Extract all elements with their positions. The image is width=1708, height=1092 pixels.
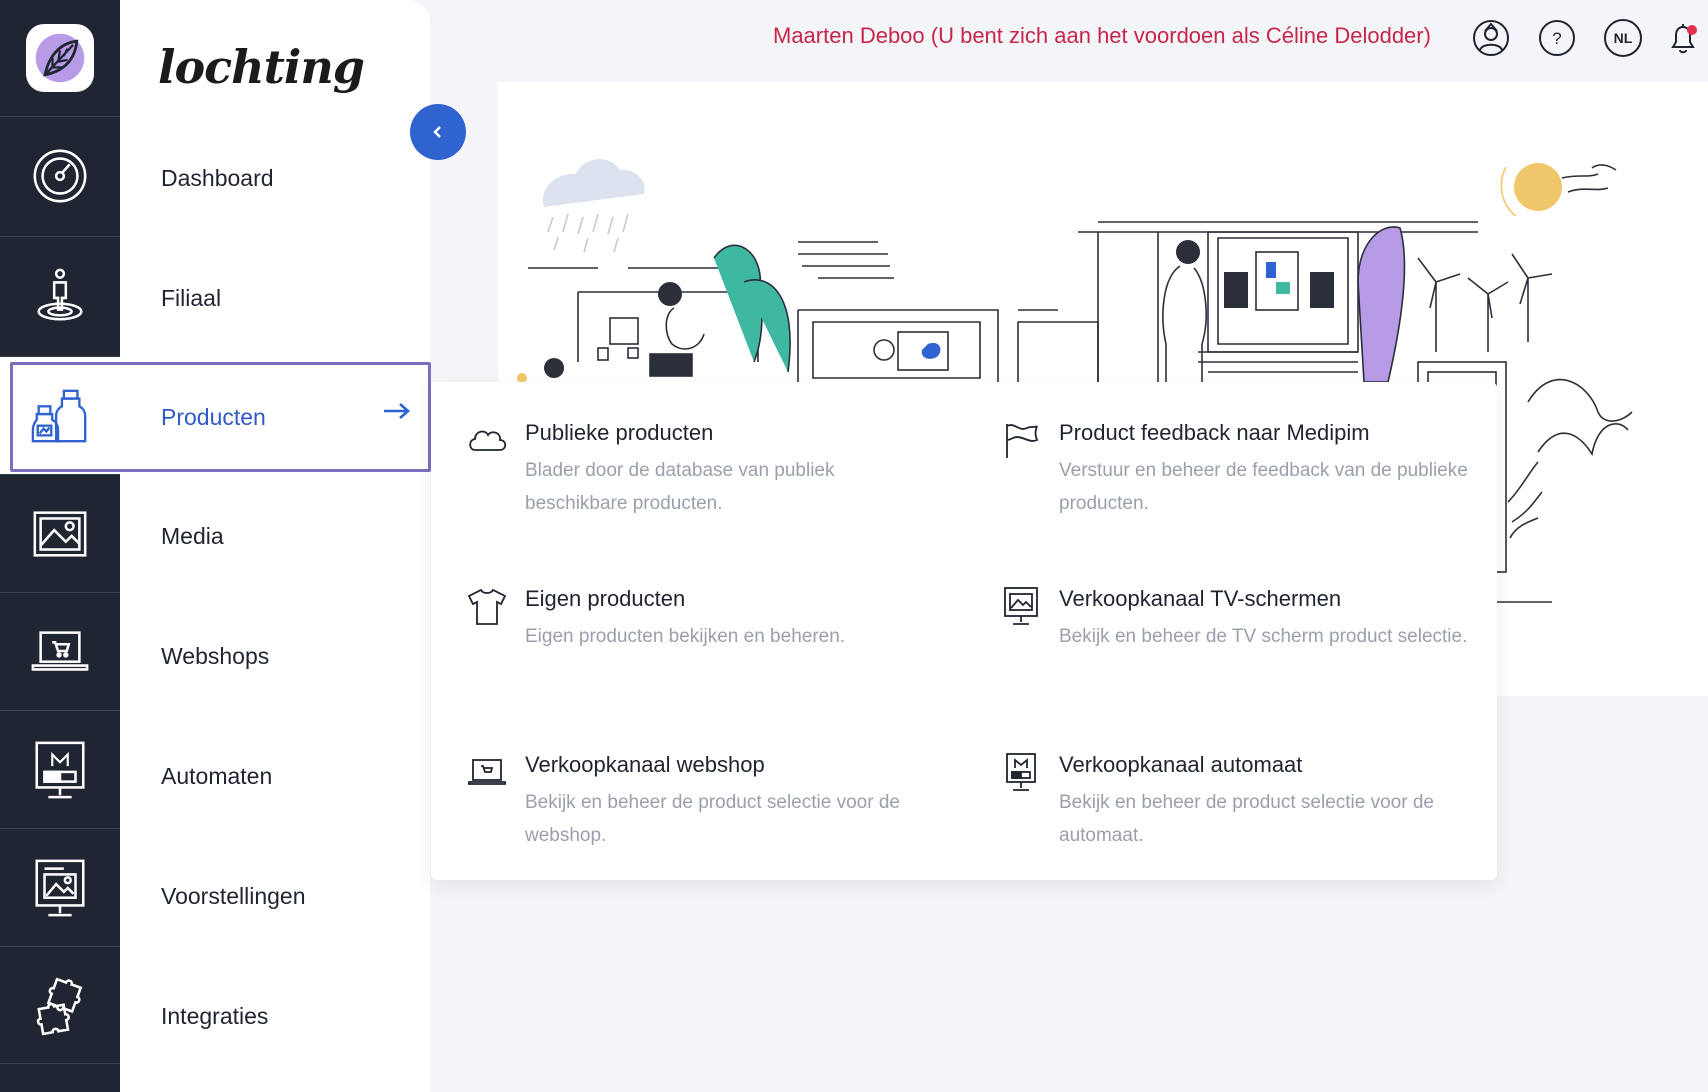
option-description: Verstuur en beheer de feedback van de pu… bbox=[1059, 460, 1468, 514]
rail-item-integraties[interactable] bbox=[0, 946, 120, 1064]
rail-item-media[interactable] bbox=[0, 474, 120, 592]
impersonation-notice: Maarten Deboo (U bent zich aan het voord… bbox=[773, 23, 1431, 48]
user-switch-icon[interactable] bbox=[1472, 19, 1510, 57]
puzzle-icon bbox=[36, 977, 83, 1036]
option-title: Product feedback naar Medipim bbox=[1059, 420, 1370, 445]
rail-item-filiaal[interactable] bbox=[0, 236, 120, 354]
option-description: Eigen producten bekijken en beheren. bbox=[525, 626, 846, 647]
language-label: NL bbox=[1613, 30, 1633, 46]
vending-machine-icon bbox=[1006, 753, 1036, 791]
option-description: Bekijk en beheer de product selectie voo… bbox=[525, 792, 900, 846]
rail-item-webshops[interactable] bbox=[0, 592, 120, 710]
language-selector[interactable]: NL bbox=[1604, 19, 1642, 57]
menu-item-media[interactable]: Media bbox=[161, 523, 224, 550]
notification-bell-icon[interactable] bbox=[1664, 19, 1702, 57]
cloud-icon bbox=[469, 430, 507, 451]
option-description: Bekijk en beheer de TV scherm product se… bbox=[1059, 626, 1468, 647]
rail-item-automaten[interactable] bbox=[0, 710, 120, 828]
option-title: Verkoopkanaal webshop bbox=[525, 752, 765, 777]
active-menu-highlight bbox=[10, 362, 431, 472]
menu-item-dashboard[interactable]: Dashboard bbox=[161, 165, 274, 192]
option-description: Blader door de database van publiek besc… bbox=[525, 460, 835, 514]
image-icon bbox=[33, 510, 87, 557]
menu-item-voorstellingen[interactable]: Voorstellingen bbox=[161, 883, 306, 910]
option-title: Verkoopkanaal automaat bbox=[1059, 752, 1303, 777]
chevron-left-icon bbox=[433, 126, 441, 138]
laptop-cart-icon bbox=[468, 759, 506, 785]
option-title: Publieke producten bbox=[525, 420, 714, 445]
tshirt-icon bbox=[467, 588, 507, 625]
rail-item-dashboard[interactable] bbox=[0, 116, 120, 234]
help-icon[interactable]: ? bbox=[1538, 19, 1576, 57]
menu-item-integraties[interactable]: Integraties bbox=[161, 1003, 268, 1030]
collapse-sidebar-button[interactable] bbox=[410, 104, 466, 160]
option-title: Verkoopkanaal TV-schermen bbox=[1059, 586, 1342, 611]
icon-rail bbox=[0, 0, 120, 1092]
option-title: Eigen producten bbox=[525, 586, 686, 611]
brand-logo[interactable]: lochting bbox=[158, 40, 365, 94]
menu-item-automaten[interactable]: Automaten bbox=[161, 763, 272, 790]
vending-machine-icon bbox=[35, 741, 85, 798]
tv-screen-icon bbox=[1004, 587, 1038, 625]
menu-item-filiaal[interactable]: Filiaal bbox=[161, 285, 221, 312]
menu-item-webshops[interactable]: Webshops bbox=[161, 643, 269, 670]
laptop-cart-icon bbox=[31, 630, 89, 671]
products-dropdown: Publieke producten Blader door de databa… bbox=[431, 382, 1497, 880]
rail-item-voorstellingen[interactable] bbox=[0, 828, 120, 946]
option-description: Bekijk en beheer de product selectie voo… bbox=[1059, 792, 1434, 846]
presentation-icon bbox=[35, 859, 85, 916]
svg-text:?: ? bbox=[1552, 29, 1561, 48]
arrow-right-icon bbox=[384, 403, 410, 419]
location-person-icon bbox=[37, 268, 83, 321]
flag-icon bbox=[1006, 424, 1039, 458]
leaf-logo-icon bbox=[35, 33, 85, 83]
speedometer-icon bbox=[33, 149, 87, 202]
app-logo[interactable] bbox=[26, 24, 94, 92]
